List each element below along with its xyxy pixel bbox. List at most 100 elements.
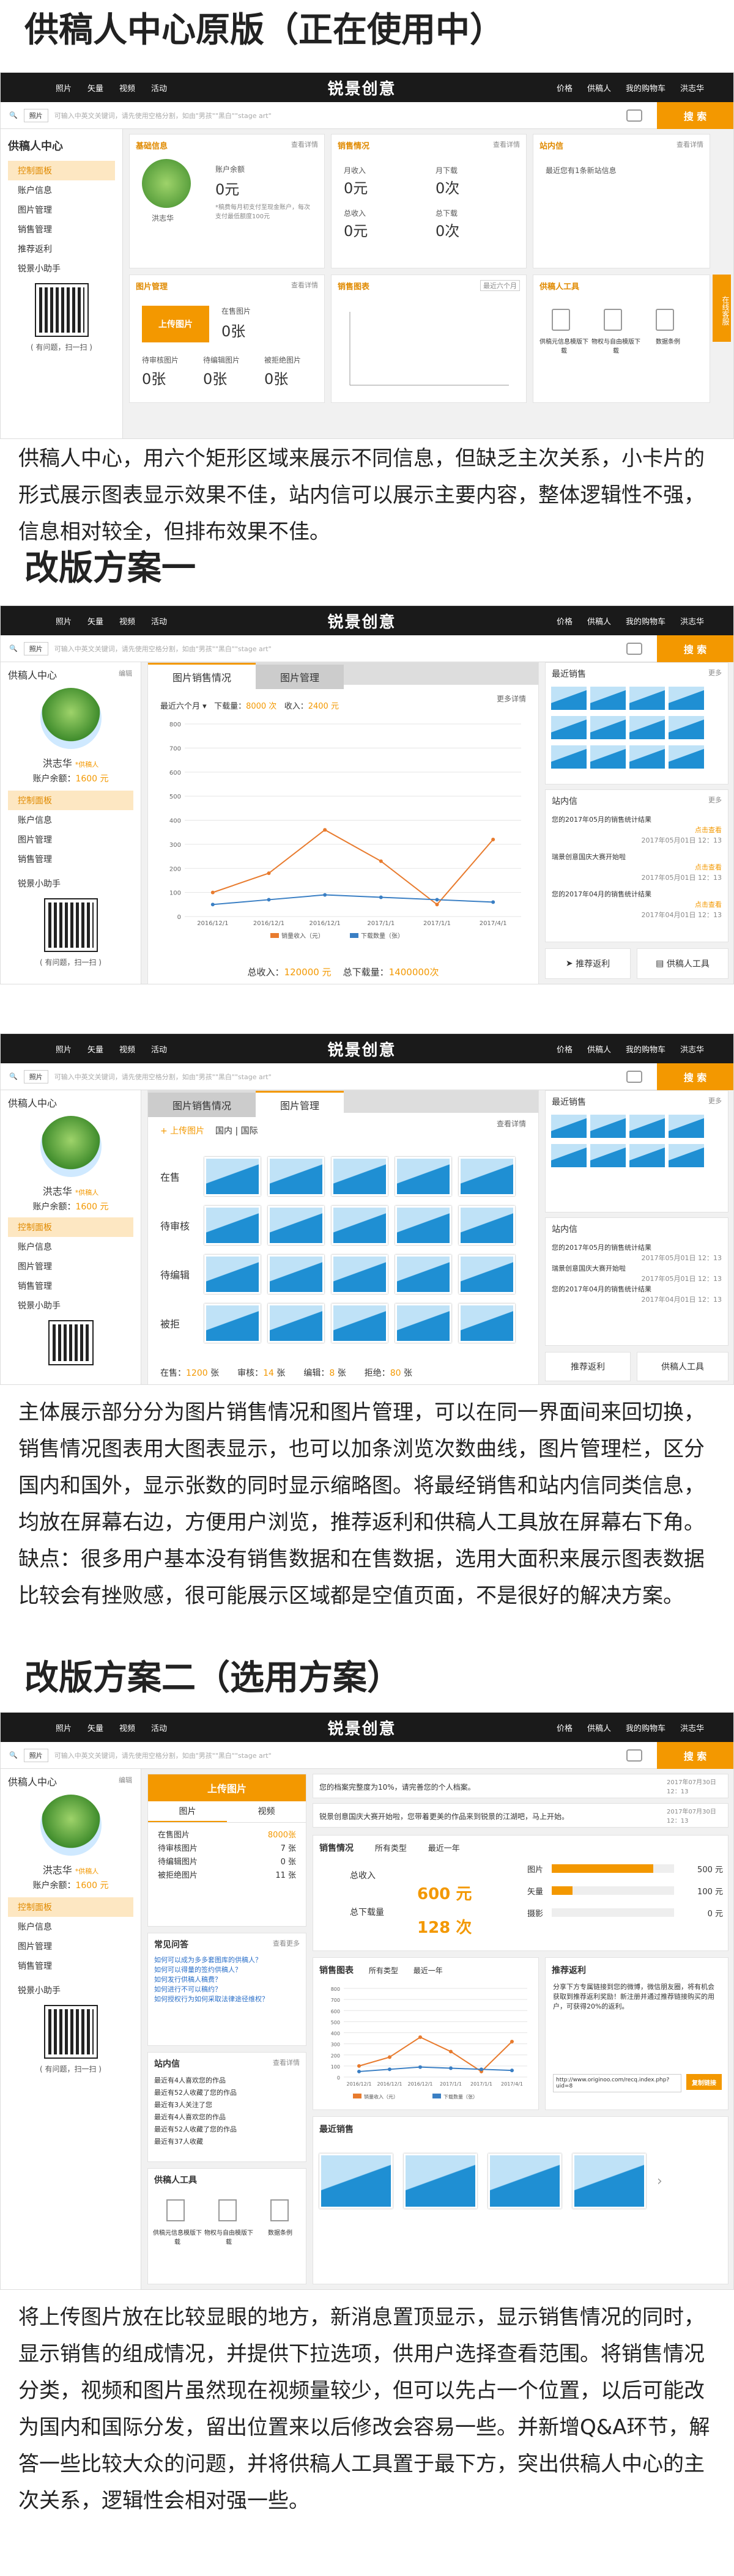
sidebar-item-account[interactable]: 账户信息: [8, 180, 115, 200]
nav-user[interactable]: 洪志华: [680, 1043, 704, 1055]
nav-event[interactable]: 活动: [151, 1722, 167, 1733]
thumbnail[interactable]: [551, 716, 587, 739]
thumbnail[interactable]: [204, 1255, 261, 1294]
avatar[interactable]: [40, 1795, 102, 1856]
nav-vector[interactable]: 矢量: [87, 1722, 103, 1733]
tab-sales[interactable]: 图片销售情况: [148, 1093, 256, 1117]
search-type-select[interactable]: 照片: [23, 108, 48, 122]
more-details-link[interactable]: 更多详情: [497, 693, 526, 704]
camera-icon[interactable]: [626, 109, 642, 122]
copy-link-button[interactable]: 复制链接: [686, 2074, 722, 2090]
thumbnail[interactable]: [268, 1304, 324, 1343]
type-select[interactable]: 所有类型: [375, 1844, 407, 1853]
stat-label[interactable]: 在售图片: [158, 1829, 190, 1842]
nav-event[interactable]: 活动: [151, 1043, 167, 1055]
thumbnail[interactable]: [459, 1304, 515, 1343]
nav-contributor[interactable]: 供稿人: [587, 1722, 611, 1733]
thumbnail[interactable]: [629, 716, 665, 739]
thumbnail[interactable]: [395, 1304, 451, 1343]
edit-link[interactable]: 编辑: [119, 1775, 132, 1785]
notice-2[interactable]: 锐景创意国庆大赛开始啦，您带着更美的作品来到锐景的江湖吧，马上开始。 2017年0…: [313, 1803, 728, 1828]
thumbnail[interactable]: [404, 2153, 477, 2209]
thumbnail[interactable]: [332, 1255, 388, 1294]
message-title[interactable]: 瑞景创意国庆大赛开始啦: [552, 1263, 722, 1274]
sidebar-item-account[interactable]: 账户信息: [8, 810, 133, 830]
thumbnail[interactable]: [629, 1115, 665, 1138]
type-select[interactable]: 所有类型: [369, 1966, 398, 1975]
search-input[interactable]: 可输入中英文关键词，请先使用空格分割，如由"男孩""黑白""stage art": [54, 644, 620, 654]
nav-photo[interactable]: 照片: [56, 1043, 72, 1055]
thumbnail[interactable]: [669, 687, 704, 710]
region-tabs[interactable]: 国内 | 国际: [215, 1126, 258, 1136]
thumbnail[interactable]: [204, 1304, 261, 1343]
tab-videos[interactable]: 视频: [227, 1801, 306, 1822]
nav-vector[interactable]: 矢量: [87, 615, 103, 627]
referral-link-field[interactable]: http://www.originoo.com/recq.index.php?u…: [553, 2074, 681, 2092]
sidebar-item-account[interactable]: 账户信息: [8, 1917, 133, 1936]
avatar[interactable]: [40, 688, 102, 749]
search-type-select[interactable]: 照片: [23, 641, 48, 655]
thumbnail[interactable]: [332, 1304, 388, 1343]
thumbnail[interactable]: [551, 1115, 587, 1138]
tab-sales[interactable]: 图片销售情况: [148, 663, 256, 689]
nav-video[interactable]: 视频: [119, 615, 135, 627]
thumbnail[interactable]: [204, 1206, 261, 1245]
edit-link[interactable]: 编辑: [119, 668, 132, 678]
nav-user[interactable]: 洪志华: [680, 82, 704, 94]
more-link[interactable]: 更多: [708, 1096, 722, 1105]
thumbnail[interactable]: [204, 1157, 261, 1196]
thumbnail[interactable]: [395, 1206, 451, 1245]
sidebar-item-sales[interactable]: 销售管理: [8, 1956, 133, 1976]
message-line[interactable]: 最近有37人收藏: [154, 2136, 300, 2148]
logo[interactable]: 锐景创意: [167, 76, 557, 99]
document-icon[interactable]: [656, 309, 674, 331]
nav-video[interactable]: 视频: [119, 82, 135, 94]
nav-cart[interactable]: 我的购物车: [626, 1722, 665, 1733]
search-button[interactable]: 搜 索: [657, 1741, 733, 1769]
thumbnail[interactable]: [268, 1206, 324, 1245]
tool-label[interactable]: 物权与自由模版下载: [204, 2227, 253, 2246]
nav-event[interactable]: 活动: [151, 615, 167, 627]
stat-label[interactable]: 被拒绝图片: [158, 1869, 198, 1883]
more-link[interactable]: 更多: [708, 668, 722, 677]
message-line[interactable]: 最近有4人喜欢您的作品: [154, 2075, 300, 2087]
tool-label[interactable]: 数据条例: [256, 2227, 305, 2237]
message-line[interactable]: 最近有3人关注了您: [154, 2099, 300, 2111]
nav-photo[interactable]: 照片: [56, 615, 72, 627]
sidebar-item-dashboard[interactable]: 控制面板: [8, 791, 133, 810]
tool-label[interactable]: 物权与自由模版下载: [591, 336, 640, 355]
logo[interactable]: 锐景创意: [167, 1038, 557, 1060]
camera-icon[interactable]: [626, 642, 642, 655]
referral-button[interactable]: ➤ 推荐返利: [545, 948, 631, 979]
message-line[interactable]: 最近有52人收藏了您的作品: [154, 2087, 300, 2099]
sidebar-item-dashboard[interactable]: 控制面板: [8, 161, 115, 180]
message-title[interactable]: 您的2017年05月的销售统计结果: [552, 814, 722, 825]
avatar[interactable]: [40, 1116, 102, 1177]
tool-label[interactable]: 供稿元信息模版下载: [153, 2227, 202, 2246]
range-select[interactable]: 最近六个月: [160, 702, 200, 711]
online-service-tab[interactable]: 在线客服: [713, 275, 731, 342]
thumbnail[interactable]: [573, 2153, 646, 2209]
thumbnail[interactable]: [669, 1144, 704, 1167]
thumbnail[interactable]: [395, 1157, 451, 1196]
logo[interactable]: 锐景创意: [167, 610, 557, 632]
nav-vector[interactable]: 矢量: [87, 1043, 103, 1055]
more-link[interactable]: 查看详情: [273, 2057, 300, 2067]
tool-label[interactable]: 数据条例: [643, 336, 692, 345]
thumbnail[interactable]: [590, 687, 626, 710]
stat-label[interactable]: 待审核图片: [158, 1842, 198, 1856]
range-select[interactable]: 最近一年: [413, 1966, 443, 1975]
thumbnail[interactable]: [551, 687, 587, 710]
stat-label[interactable]: 待编辑图片: [158, 1856, 198, 1869]
tab-images[interactable]: 图片: [148, 1801, 227, 1822]
document-icon[interactable]: [604, 309, 622, 331]
message-status[interactable]: 点击查看: [695, 863, 722, 871]
nav-contributor[interactable]: 供稿人: [587, 82, 611, 94]
thumbnail[interactable]: [551, 1144, 587, 1167]
message-status[interactable]: 点击查看: [695, 901, 722, 909]
sidebar-item-images[interactable]: 图片管理: [8, 1257, 133, 1276]
thumbnail[interactable]: [488, 2153, 562, 2209]
thumbnail[interactable]: [590, 716, 626, 739]
upload-button[interactable]: 上传图片: [142, 306, 209, 342]
upload-link[interactable]: + 上传图片: [160, 1126, 204, 1136]
